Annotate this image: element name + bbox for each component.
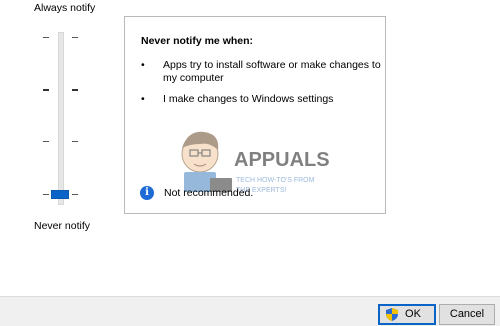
bullet-text: I make changes to Windows settings [163, 93, 334, 105]
slider-tick-left [43, 141, 49, 142]
bullet-item: • Apps try to install software or make c… [141, 59, 381, 87]
cancel-button[interactable]: Cancel [439, 304, 495, 325]
slider-tick-right [72, 37, 78, 38]
slider-tick-right [72, 194, 78, 195]
slider-tick-right [72, 141, 78, 142]
notify-slider-track[interactable] [58, 32, 64, 205]
panel-heading: Never notify me when: [141, 35, 254, 47]
watermark-brand: APPUALS [234, 149, 330, 171]
slider-tick-left [43, 37, 49, 38]
slider-tick-left [43, 194, 49, 195]
watermark-tagline-1: TECH HOW-TO'S FROM [236, 177, 315, 184]
info-text: Not recommended. [164, 187, 254, 199]
top-label: Always notify [34, 2, 96, 14]
slider-thumb[interactable] [51, 190, 69, 199]
bullet-dot: • [141, 93, 145, 105]
info-icon: i [140, 186, 154, 200]
slider-tick-right [72, 89, 78, 91]
slider-tick-left [43, 89, 49, 91]
bullet-text: Apps try to install software or make cha… [163, 59, 381, 84]
mascot-icon [181, 131, 232, 192]
bottom-label: Never notify [34, 220, 91, 232]
ok-button[interactable]: OK [378, 304, 436, 325]
uac-shield-icon [386, 308, 398, 321]
bullet-item: • I make changes to Windows settings [141, 93, 381, 107]
bullet-dot: • [141, 59, 145, 71]
